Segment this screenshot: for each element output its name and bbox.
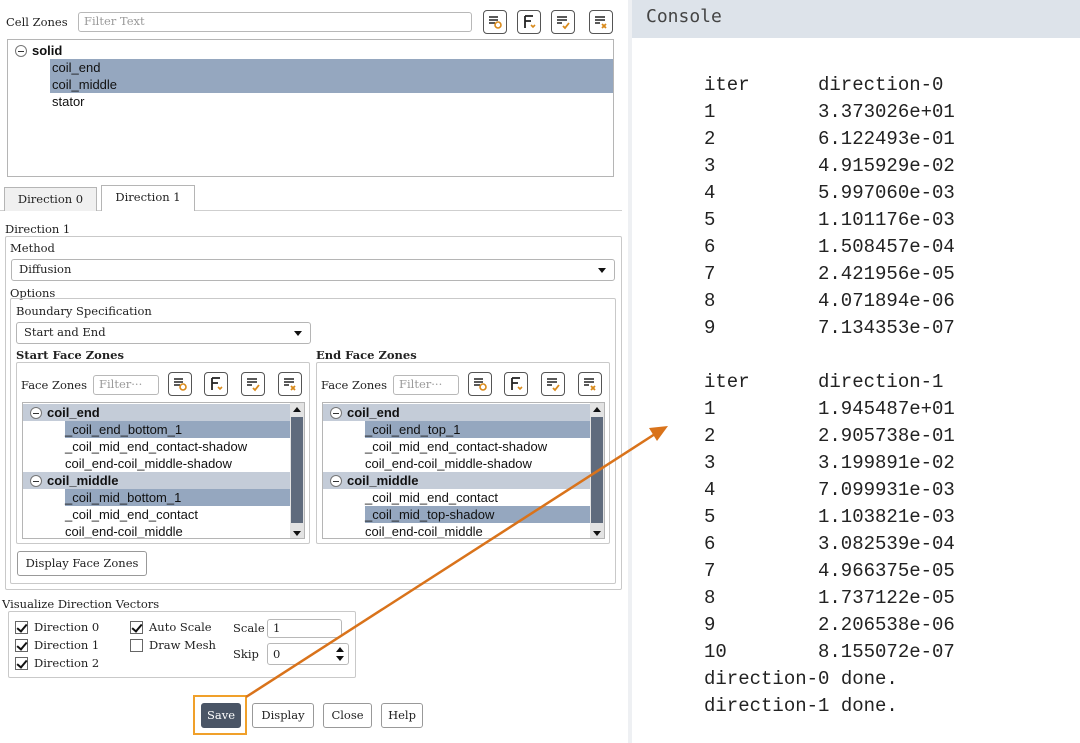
annotation-arrow (245, 426, 668, 699)
arrow-line (245, 432, 656, 699)
arrow-head-icon (649, 426, 668, 441)
